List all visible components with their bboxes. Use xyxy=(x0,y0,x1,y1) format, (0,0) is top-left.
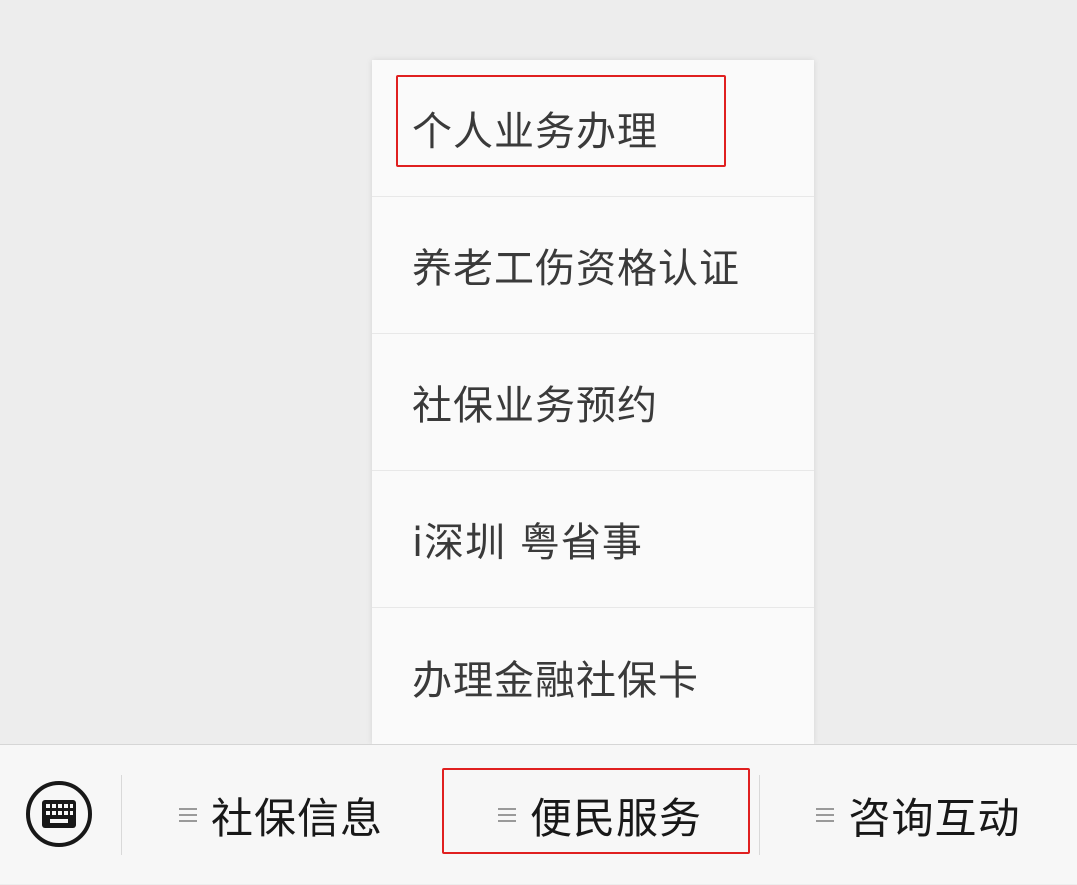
submenu-item-label: 个人业务办理 xyxy=(412,109,658,155)
popup-submenu: 个人业务办理 养老工伤资格认证 社保业务预约 i深圳 粤省事 办理金融社保卡 xyxy=(372,60,814,744)
tab-convenience-services[interactable]: 便民服务 xyxy=(441,745,759,885)
tab-label: 咨询互动 xyxy=(848,793,1021,843)
tab-social-security-info[interactable]: 社保信息 xyxy=(122,745,440,885)
submenu-item-personal-business[interactable]: 个人业务办理 xyxy=(372,60,814,197)
menu-lines-icon xyxy=(178,804,197,826)
tab-label: 社保信息 xyxy=(210,793,383,843)
submenu-item-qualification-certification[interactable]: 养老工伤资格认证 xyxy=(372,197,814,334)
submenu-item-financial-social-security-card[interactable]: 办理金融社保卡 xyxy=(372,608,814,745)
submenu-item-label: 办理金融社保卡 xyxy=(412,657,699,704)
keyboard-toggle-button[interactable] xyxy=(26,781,92,847)
tab-label: 便民服务 xyxy=(529,793,702,843)
tab-consultation-interaction[interactable]: 咨询互动 xyxy=(760,745,1077,885)
submenu-item-label: 养老工伤资格认证 xyxy=(412,246,740,292)
bottom-menu-bar: 社保信息 便民服务 咨询互动 xyxy=(0,744,1077,884)
submenu-item-label: i深圳 粤省事 xyxy=(412,520,643,566)
submenu-item-ishenzhen-yueshengshi[interactable]: i深圳 粤省事 xyxy=(372,471,814,608)
menu-lines-icon xyxy=(497,804,516,826)
keyboard-icon xyxy=(42,800,76,828)
submenu-item-social-security-appointment[interactable]: 社保业务预约 xyxy=(372,334,814,471)
menu-lines-icon xyxy=(816,804,835,826)
submenu-item-label: 社保业务预约 xyxy=(412,383,658,429)
